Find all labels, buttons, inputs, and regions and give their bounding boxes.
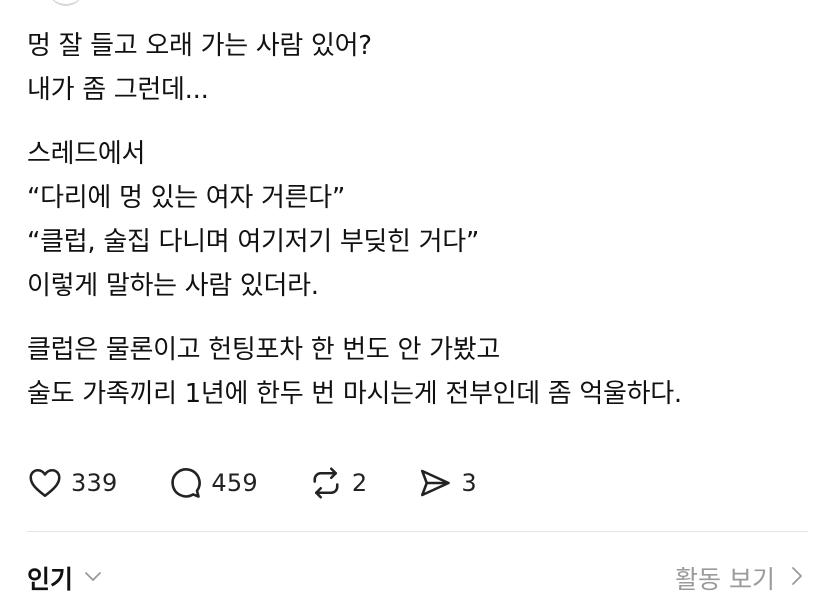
- post-body: 멍 잘 들고 오래 가는 사람 있어? 내가 좀 그런데... 스레드에서 “다…: [27, 24, 817, 416]
- share-count: 3: [461, 469, 477, 497]
- avatar[interactable]: [48, 0, 84, 6]
- heart-icon: [27, 465, 63, 501]
- post-line: 술도 가족끼리 1년에 한두 번 마시는게 전부인데 좀 억울하다.: [27, 379, 682, 409]
- post-paragraph: 멍 잘 들고 오래 가는 사람 있어? 내가 좀 그런데...: [27, 24, 817, 112]
- chevron-right-icon: [775, 565, 805, 591]
- post-line: 이렇게 말하는 사람 있더라.: [27, 271, 319, 301]
- post-actions: 339 459 2 3: [27, 460, 477, 506]
- post-line: “클럽, 술집 다니며 여기저기 부딪힌 거다”: [27, 227, 480, 257]
- post-line: 스레드에서: [27, 139, 146, 169]
- like-button[interactable]: 339: [27, 465, 117, 501]
- repost-icon: [308, 465, 344, 501]
- like-count: 339: [71, 469, 118, 497]
- divider: [27, 531, 808, 532]
- repost-button[interactable]: 2: [308, 465, 367, 501]
- chevron-down-icon: [73, 566, 103, 590]
- replies-header: 인기 활동 보기: [27, 556, 805, 600]
- reply-button[interactable]: 459: [167, 465, 258, 501]
- post-line: 클럽은 물론이고 헌팅포차 한 번도 안 가봤고: [27, 335, 500, 365]
- view-activity-link[interactable]: 활동 보기: [675, 560, 805, 596]
- post-line: “다리에 멍 있는 여자 거른다”: [27, 183, 346, 213]
- sort-label: 인기: [27, 565, 74, 594]
- reply-count: 459: [211, 469, 258, 497]
- post-paragraph: 스레드에서 “다리에 멍 있는 여자 거른다” “클럽, 술집 다니며 여기저기…: [27, 132, 817, 308]
- post-paragraph: 클럽은 물론이고 헌팅포차 한 번도 안 가봤고 술도 가족끼리 1년에 한두 …: [27, 328, 817, 416]
- post-line: 내가 좀 그런데...: [27, 75, 209, 105]
- post-line: 멍 잘 들고 오래 가는 사람 있어?: [27, 31, 372, 61]
- speech-bubble-icon: [167, 465, 203, 501]
- share-button[interactable]: 3: [417, 465, 477, 501]
- repost-count: 2: [351, 469, 368, 497]
- send-icon: [417, 465, 453, 501]
- activity-label: 활동 보기: [675, 565, 775, 594]
- sort-dropdown[interactable]: 인기: [27, 560, 103, 596]
